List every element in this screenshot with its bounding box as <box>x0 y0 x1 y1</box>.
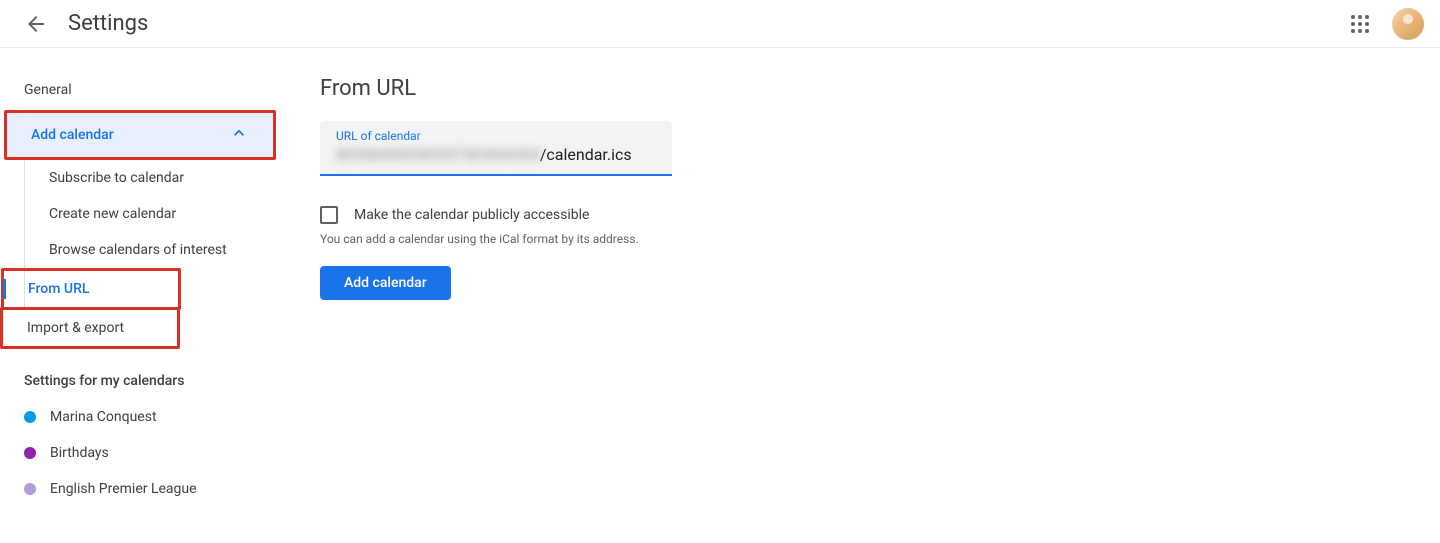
sidebar-calendar-item[interactable]: Marina Conquest <box>0 399 280 435</box>
calendar-color-dot <box>24 411 36 423</box>
content-area: General Add calendar Subscribe to calend… <box>0 48 1440 543</box>
calendar-name: English Premier League <box>50 481 197 497</box>
user-avatar[interactable] <box>1392 8 1424 40</box>
sidebar-item-label: Import & export <box>27 320 124 336</box>
annotation-highlight-add-calendar: Add calendar <box>4 110 276 160</box>
main-title: From URL <box>320 76 980 101</box>
sidebar-item-label: Add calendar <box>31 127 114 143</box>
url-of-calendar-field[interactable]: URL of calendar 869584969285357503694303… <box>320 121 672 176</box>
sidebar-item-label: Browse calendars of interest <box>49 242 227 258</box>
add-calendar-button[interactable]: Add calendar <box>320 266 451 300</box>
calendar-color-dot <box>24 483 36 495</box>
settings-header: Settings <box>0 0 1440 48</box>
sidebar-item-add-calendar[interactable]: Add calendar <box>7 113 273 157</box>
sidebar-subitem-browse[interactable]: Browse calendars of interest <box>25 232 280 268</box>
public-access-label: Make the calendar publicly accessible <box>354 207 589 223</box>
sidebar-item-label: Create new calendar <box>49 206 176 222</box>
calendar-color-dot <box>24 447 36 459</box>
main-panel: From URL URL of calendar 869584969285357… <box>280 48 1020 543</box>
google-apps-button[interactable] <box>1340 4 1380 44</box>
help-text: You can add a calendar using the iCal fo… <box>320 232 980 246</box>
back-button[interactable] <box>16 4 56 44</box>
sidebar-subitem-subscribe[interactable]: Subscribe to calendar <box>25 160 280 196</box>
sidebar-subitem-create-new[interactable]: Create new calendar <box>25 196 280 232</box>
sidebar-item-general[interactable]: General <box>0 72 280 108</box>
sidebar-item-label: From URL <box>28 281 89 297</box>
arrow-back-icon <box>24 12 48 36</box>
sidebar-calendar-item[interactable]: English Premier League <box>0 471 280 507</box>
url-field-label: URL of calendar <box>336 129 656 143</box>
settings-sidebar: General Add calendar Subscribe to calend… <box>0 48 280 543</box>
sidebar-item-label: Subscribe to calendar <box>49 170 184 186</box>
sidebar-calendar-item[interactable]: Birthdays <box>0 435 280 471</box>
sidebar-item-label: General <box>24 82 72 98</box>
public-access-checkbox[interactable] <box>320 206 338 224</box>
url-field-value: 869584969285357503694303/calendar.ics <box>336 145 656 164</box>
calendar-name: Marina Conquest <box>50 409 157 425</box>
page-title: Settings <box>68 11 1340 36</box>
sidebar-section-title: Settings for my calendars <box>0 349 280 399</box>
annotation-highlight-import-export: Import & export <box>0 307 180 349</box>
sidebar-subitem-from-url[interactable]: From URL <box>4 271 178 307</box>
public-access-row: Make the calendar publicly accessible <box>320 206 980 224</box>
url-blurred-portion: 869584969285357503694303 <box>336 145 540 164</box>
apps-grid-icon <box>1351 15 1369 33</box>
calendar-name: Birthdays <box>50 445 109 461</box>
sidebar-item-import-export[interactable]: Import & export <box>3 310 177 346</box>
chevron-up-icon <box>229 123 249 147</box>
annotation-highlight-from-url: From URL <box>1 268 181 310</box>
add-calendar-subitems: Subscribe to calendar Create new calenda… <box>24 160 280 310</box>
url-visible-suffix: /calendar.ics <box>540 145 632 164</box>
